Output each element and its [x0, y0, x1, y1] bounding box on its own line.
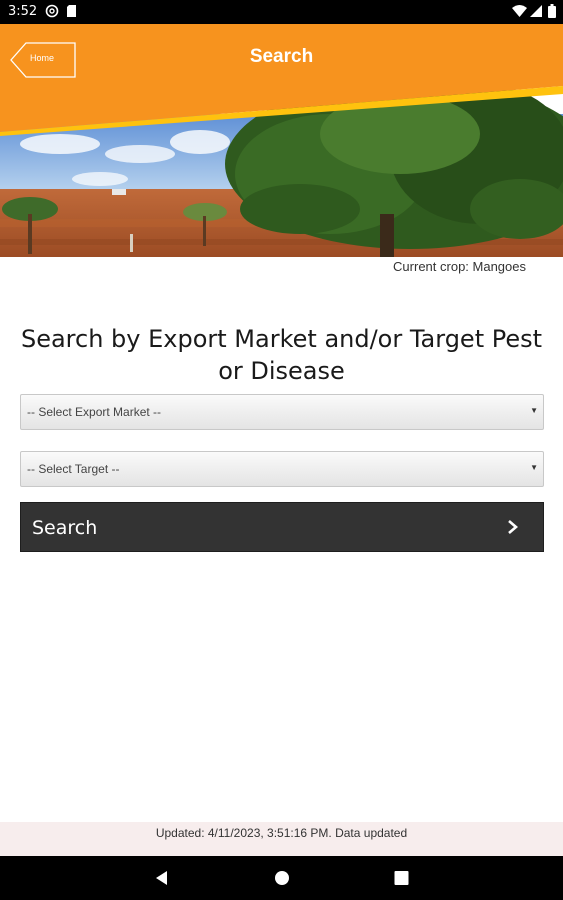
at-sign-icon	[45, 4, 59, 21]
wifi-icon	[512, 4, 527, 21]
system-nav-bar	[0, 856, 563, 900]
target-select[interactable]: -- Select Target -- ▼	[20, 451, 544, 487]
current-crop-label: Current crop: Mangoes	[393, 259, 526, 274]
signal-icon	[530, 4, 543, 21]
status-time: 3:52	[8, 4, 38, 19]
target-value: -- Select Target --	[27, 462, 120, 476]
search-heading: Search by Export Market and/or Target Pe…	[20, 325, 543, 385]
footer-bar: Updated: 4/11/2023, 3:51:16 PM. Data upd…	[0, 822, 563, 856]
updated-status-text: Updated: 4/11/2023, 3:51:16 PM. Data upd…	[155, 826, 408, 840]
search-button[interactable]: Search	[20, 502, 544, 552]
recents-icon[interactable]	[394, 870, 409, 891]
search-button-label: Search	[32, 517, 98, 539]
home-icon[interactable]	[274, 870, 290, 891]
page-title: Search	[249, 46, 314, 67]
status-bar: 3:52	[0, 0, 563, 24]
export-market-value: -- Select Export Market --	[27, 405, 162, 419]
dropdown-arrow-icon: ▼	[530, 406, 538, 415]
sd-card-icon	[66, 4, 78, 21]
export-market-select[interactable]: -- Select Export Market -- ▼	[20, 394, 544, 430]
dropdown-arrow-icon: ▼	[530, 463, 538, 472]
back-icon[interactable]	[155, 870, 169, 891]
chevron-right-icon	[508, 520, 518, 534]
battery-icon	[548, 4, 556, 21]
